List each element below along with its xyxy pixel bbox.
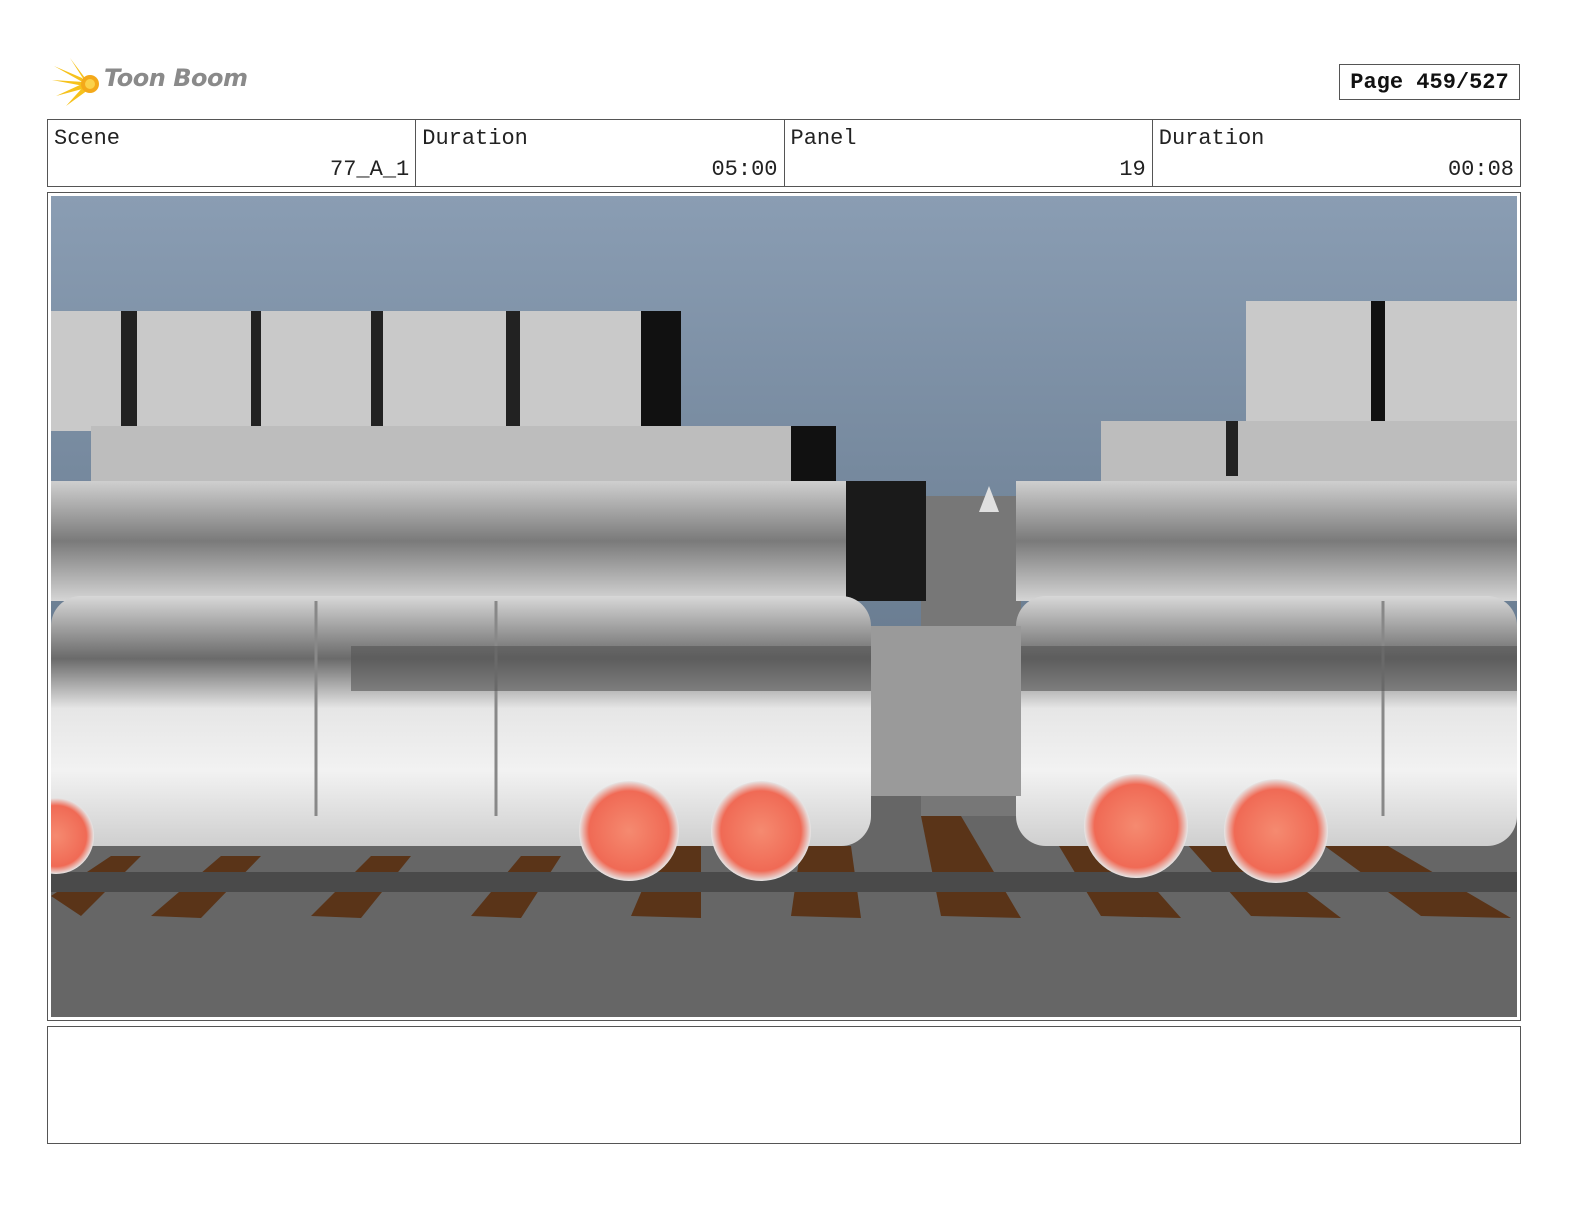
scene-value: 77_A_1 [330, 157, 410, 182]
panel-duration-value: 00:08 [1447, 157, 1514, 182]
starburst-icon [52, 58, 99, 106]
scene-info-table: Scene 77_A_1 Duration 05:00 Panel 19 Dur… [47, 119, 1521, 187]
scene-duration-cell: Duration 05:00 [416, 120, 785, 186]
scene-label: Scene [54, 126, 121, 151]
storyboard-panel [47, 192, 1521, 1021]
panel-cell: Panel 19 [785, 120, 1153, 186]
scene-duration-label: Duration [422, 126, 528, 151]
train-render-image [51, 196, 1517, 1017]
toon-boom-logo: Toon Boom [52, 56, 252, 108]
notes-box [47, 1026, 1521, 1144]
panel-duration-label: Duration [1158, 126, 1265, 151]
scene-cell: Scene 77_A_1 [48, 120, 417, 186]
panel-label: Panel [790, 126, 857, 151]
scene-duration-value: 05:00 [711, 157, 778, 182]
page-number: Page 459/527 [1339, 64, 1520, 100]
coupling [871, 626, 1021, 796]
logo-text: Toon Boom [104, 64, 248, 92]
panel-value: 19 [1119, 157, 1146, 182]
panel-duration-cell: Duration 00:08 [1153, 120, 1520, 186]
